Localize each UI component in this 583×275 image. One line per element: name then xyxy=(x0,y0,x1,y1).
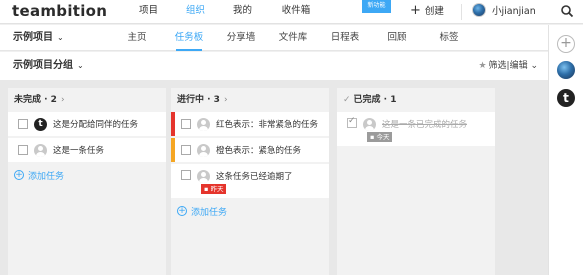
user-menu[interactable]: 小jianjian xyxy=(472,3,536,17)
avatar xyxy=(363,118,376,131)
due-date-badge: ▪ 昨天 xyxy=(201,184,227,194)
due-date-badge: ▪ 今天 xyxy=(367,132,393,142)
task-card[interactable]: 这条任务已经逾期了 ▪ 昨天 xyxy=(171,164,329,198)
nav-projects[interactable]: 项目 xyxy=(125,0,172,24)
add-icon[interactable]: + xyxy=(557,35,575,53)
task-checkbox[interactable] xyxy=(347,116,357,128)
stage-todo: 未完成 · 2 › t 这是分配给同伴的任务 这是一条任务 + 添加任务 xyxy=(8,88,166,275)
right-rail: + t xyxy=(548,25,583,275)
chevron-right-icon: › xyxy=(60,95,65,105)
task-card[interactable]: 红色表示：非常紧急的任务 xyxy=(171,112,329,136)
task-board: 未完成 · 2 › t 这是分配给同伴的任务 这是一条任务 + 添加任务 进行中 ·… xyxy=(0,80,548,275)
tab-calendar[interactable]: 日程表 xyxy=(319,25,371,51)
tab-files[interactable]: 文件库 xyxy=(267,25,319,51)
filter-edit-button[interactable]: ★ 筛选|编辑 ⌄ xyxy=(478,52,538,80)
task-title: 这是分配给同伴的任务 xyxy=(53,120,139,130)
top-nav: 项目 组织 我的 收件箱 xyxy=(125,0,326,24)
app-logo[interactable]: teambition xyxy=(12,2,107,20)
stage-header[interactable]: 未完成 · 2 › xyxy=(8,88,166,112)
add-task-button[interactable]: + 添加任务 xyxy=(171,200,329,222)
top-bar: teambition 项目 组织 我的 收件箱 新功能 + 创建 小jianjia… xyxy=(0,0,583,24)
due-date-label: 昨天 xyxy=(210,185,224,193)
task-checkbox[interactable] xyxy=(181,170,191,180)
project-bar: 示例项目 ⌄ 主页 任务板 分享墙 文件库 日程表 回顾 标签 xyxy=(0,25,548,51)
plus-circle-icon: + xyxy=(177,206,187,216)
tab-share-wall[interactable]: 分享墙 xyxy=(215,25,267,51)
create-label: 创建 xyxy=(424,6,444,17)
tab-review[interactable]: 回顾 xyxy=(371,25,423,51)
new-feature-badge[interactable]: 新功能 xyxy=(362,0,391,13)
group-switcher[interactable]: 示例项目分组 ⌄ xyxy=(13,52,84,80)
task-title: 这是一条已完成的任务 xyxy=(382,120,468,130)
task-title: 这是一条任务 xyxy=(53,146,105,156)
project-tabs: 主页 任务板 分享墙 文件库 日程表 回顾 标签 xyxy=(111,25,475,51)
nav-inbox[interactable]: 收件箱 xyxy=(266,0,326,24)
task-title: 这条任务已经逾期了 xyxy=(216,172,293,182)
avatar xyxy=(197,170,210,183)
divider xyxy=(461,4,462,20)
avatar xyxy=(197,143,210,157)
avatar xyxy=(472,3,486,17)
plus-circle-icon: + xyxy=(14,170,24,180)
add-task-label: 添加任务 xyxy=(191,207,228,218)
task-checkbox[interactable] xyxy=(18,119,28,129)
due-date-label: 今天 xyxy=(376,133,390,141)
tab-tags[interactable]: 标签 xyxy=(423,25,475,51)
stage-done: ✓已完成 · 1 这是一条已完成的任务 ▪ 今天 xyxy=(337,88,495,275)
task-checkbox[interactable] xyxy=(181,119,191,129)
stage-title: 进行中 · 3 xyxy=(177,95,220,105)
task-card[interactable]: 这是一条已完成的任务 ▪ 今天 xyxy=(337,112,495,146)
filter-label: 筛选|编辑 xyxy=(488,61,528,71)
teambition-icon[interactable]: t xyxy=(557,89,575,107)
project-name: 示例项目 xyxy=(13,32,53,43)
star-icon: ★ xyxy=(478,61,487,71)
add-task-label: 添加任务 xyxy=(28,171,65,182)
task-title: 橙色表示：紧急的任务 xyxy=(216,146,302,156)
task-checkbox[interactable] xyxy=(18,145,28,155)
avatar xyxy=(197,117,210,131)
add-task-button[interactable]: + 添加任务 xyxy=(8,164,166,186)
chevron-right-icon: › xyxy=(223,95,228,105)
stage-title: 未完成 · 2 xyxy=(14,95,57,105)
chevron-down-icon: ⌄ xyxy=(57,33,64,42)
plus-icon: + xyxy=(410,3,421,18)
group-bar: 示例项目分组 ⌄ ★ 筛选|编辑 ⌄ xyxy=(0,52,548,80)
create-button[interactable]: + 创建 xyxy=(410,0,444,23)
check-icon: ✓ xyxy=(343,95,351,105)
task-title: 红色表示：非常紧急的任务 xyxy=(216,120,319,130)
avatar xyxy=(34,143,47,157)
search-icon[interactable] xyxy=(560,4,574,18)
stage-header[interactable]: ✓ 已完成 · 1 xyxy=(337,88,495,112)
priority-stripe xyxy=(171,112,175,136)
nav-organization[interactable]: 组织 xyxy=(172,0,219,24)
group-name: 示例项目分组 xyxy=(13,60,73,71)
task-card[interactable]: t 这是分配给同伴的任务 xyxy=(8,112,166,136)
nav-mine[interactable]: 我的 xyxy=(219,0,266,24)
stage-in-progress: 进行中 · 3 › 红色表示：非常紧急的任务 橙色表示：紧急的任务 这条任务已经逾… xyxy=(171,88,329,275)
user-name: 小jianjian xyxy=(492,6,536,17)
task-checkbox[interactable] xyxy=(181,145,191,155)
chevron-down-icon: ⌄ xyxy=(77,61,84,70)
priority-stripe xyxy=(171,138,175,162)
stage-header[interactable]: 进行中 · 3 › xyxy=(171,88,329,112)
tab-home[interactable]: 主页 xyxy=(111,25,163,51)
stage-title: 已完成 · 1 xyxy=(353,95,397,105)
task-card[interactable]: 这是一条任务 xyxy=(8,138,166,162)
chevron-down-icon: ⌄ xyxy=(530,61,538,71)
tab-taskboard[interactable]: 任务板 xyxy=(163,25,215,51)
globe-avatar-icon[interactable] xyxy=(557,61,575,79)
project-switcher[interactable]: 示例项目 ⌄ xyxy=(13,25,64,51)
avatar: t xyxy=(34,117,47,131)
task-card[interactable]: 橙色表示：紧急的任务 xyxy=(171,138,329,162)
